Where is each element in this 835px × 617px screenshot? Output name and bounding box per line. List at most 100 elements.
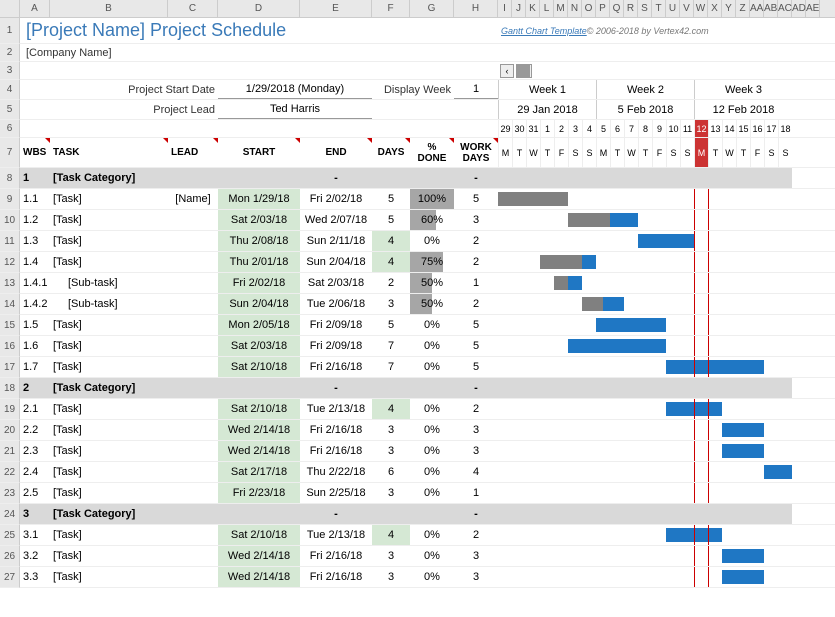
end-cell[interactable]: Fri 2/16/18 [300, 420, 372, 440]
pct-cell[interactable]: 0% [410, 525, 454, 545]
col-header[interactable]: A [20, 0, 50, 17]
task-row[interactable]: 1.7[Task]Sat 2/10/18Fri 2/16/1870%5 [20, 357, 835, 378]
end-cell[interactable]: Fri 2/16/18 [300, 546, 372, 566]
task-row[interactable]: 1.2[Task]Sat 2/03/18Wed 2/07/18560%3 [20, 210, 835, 231]
category-row[interactable]: 2[Task Category]-- [20, 378, 835, 399]
col-header[interactable]: AE [806, 0, 820, 17]
start-cell[interactable]: Sat 2/10/18 [218, 399, 300, 419]
lead-cell[interactable] [168, 210, 218, 230]
task-name[interactable]: [Task] [50, 315, 168, 335]
start-cell[interactable]: Thu 2/01/18 [218, 252, 300, 272]
lead-cell[interactable] [168, 231, 218, 251]
task-row[interactable]: 1.4[Task]Thu 2/01/18Sun 2/04/18475%2 [20, 252, 835, 273]
task-name[interactable]: [Sub-task] [50, 273, 168, 293]
end-cell[interactable]: - [300, 504, 372, 524]
work-cell[interactable]: - [454, 504, 498, 524]
task-name[interactable]: [Task] [50, 441, 168, 461]
row-header[interactable]: 22 [0, 462, 20, 483]
work-cell[interactable]: 2 [454, 252, 498, 272]
wbs-cell[interactable]: 2.4 [20, 462, 50, 482]
start-cell[interactable]: Fri 2/23/18 [218, 483, 300, 503]
col-header[interactable]: L [540, 0, 554, 17]
wbs-cell[interactable]: 2.2 [20, 420, 50, 440]
end-cell[interactable]: Fri 2/09/18 [300, 315, 372, 335]
lead-cell[interactable] [168, 525, 218, 545]
row-header[interactable]: 11 [0, 231, 20, 252]
col-header[interactable]: AC [778, 0, 792, 17]
lead-cell[interactable] [168, 441, 218, 461]
row-header[interactable]: 15 [0, 315, 20, 336]
days-cell[interactable]: 3 [372, 441, 410, 461]
task-name[interactable]: [Sub-task] [50, 294, 168, 314]
task-row[interactable]: 2.2[Task]Wed 2/14/18Fri 2/16/1830%3 [20, 420, 835, 441]
pct-cell[interactable]: 0% [410, 336, 454, 356]
start-cell[interactable]: Sat 2/10/18 [218, 525, 300, 545]
start-cell[interactable]: Sat 2/03/18 [218, 336, 300, 356]
col-header[interactable]: P [596, 0, 610, 17]
work-cell[interactable]: 2 [454, 231, 498, 251]
wbs-cell[interactable]: 3 [20, 504, 50, 524]
days-cell[interactable]: 4 [372, 231, 410, 251]
end-cell[interactable]: Fri 2/02/18 [300, 189, 372, 209]
end-cell[interactable]: - [300, 378, 372, 398]
wbs-cell[interactable]: 1.4 [20, 252, 50, 272]
pct-cell[interactable]: 0% [410, 399, 454, 419]
wbs-cell[interactable]: 1.4.2 [20, 294, 50, 314]
start-cell[interactable]: Sat 2/10/18 [218, 357, 300, 377]
work-cell[interactable]: 5 [454, 315, 498, 335]
task-name[interactable]: [Task] [50, 462, 168, 482]
row-header[interactable]: 21 [0, 441, 20, 462]
value-start-date[interactable]: 1/29/2018 (Monday) [218, 80, 372, 99]
lead-cell[interactable] [168, 420, 218, 440]
lead-cell[interactable]: [Name] [168, 189, 218, 209]
days-cell[interactable]: 4 [372, 252, 410, 272]
work-cell[interactable]: 4 [454, 462, 498, 482]
col-header[interactable]: H [454, 0, 498, 17]
row-header[interactable]: 12 [0, 252, 20, 273]
pct-cell[interactable]: 50% [410, 294, 454, 314]
pct-cell[interactable]: 50% [410, 273, 454, 293]
days-cell[interactable]: 3 [372, 483, 410, 503]
work-cell[interactable]: 2 [454, 399, 498, 419]
col-header[interactable]: K [526, 0, 540, 17]
lead-cell[interactable] [168, 546, 218, 566]
work-cell[interactable]: 5 [454, 336, 498, 356]
row-header[interactable]: 5 [0, 100, 20, 120]
pct-cell[interactable]: 0% [410, 357, 454, 377]
col-header[interactable]: U [666, 0, 680, 17]
days-cell[interactable]: 2 [372, 273, 410, 293]
col-header[interactable]: R [624, 0, 638, 17]
row-header[interactable]: 7 [0, 138, 20, 168]
task-row[interactable]: 3.2[Task]Wed 2/14/18Fri 2/16/1830%3 [20, 546, 835, 567]
end-cell[interactable]: Fri 2/16/18 [300, 567, 372, 587]
wbs-cell[interactable]: 1.3 [20, 231, 50, 251]
wbs-cell[interactable]: 1 [20, 168, 50, 188]
lead-cell[interactable] [168, 294, 218, 314]
col-header[interactable]: AB [764, 0, 778, 17]
pct-cell[interactable]: 0% [410, 546, 454, 566]
task-name[interactable]: [Task] [50, 357, 168, 377]
end-cell[interactable]: Fri 2/09/18 [300, 336, 372, 356]
pct-cell[interactable]: 0% [410, 231, 454, 251]
lead-cell[interactable] [168, 336, 218, 356]
days-cell[interactable]: 7 [372, 357, 410, 377]
col-header[interactable]: Z [736, 0, 750, 17]
row-header[interactable]: 9 [0, 189, 20, 210]
task-name[interactable]: [Task] [50, 483, 168, 503]
pct-cell[interactable]: 0% [410, 567, 454, 587]
row-header[interactable]: 20 [0, 420, 20, 441]
col-header[interactable]: J [512, 0, 526, 17]
start-cell[interactable]: Thu 2/08/18 [218, 231, 300, 251]
work-cell[interactable]: - [454, 168, 498, 188]
task-name[interactable]: [Task Category] [50, 378, 300, 398]
col-header[interactable]: D [218, 0, 300, 17]
start-cell[interactable]: Wed 2/14/18 [218, 441, 300, 461]
task-row[interactable]: 1.5[Task]Mon 2/05/18Fri 2/09/1850%5 [20, 315, 835, 336]
col-header[interactable]: M [554, 0, 568, 17]
work-cell[interactable]: 3 [454, 567, 498, 587]
pct-cell[interactable]: 0% [410, 483, 454, 503]
col-header[interactable]: X [708, 0, 722, 17]
row-header[interactable]: 14 [0, 294, 20, 315]
row-header[interactable]: 1 [0, 18, 20, 44]
template-link[interactable]: Gantt Chart Template [501, 26, 587, 36]
